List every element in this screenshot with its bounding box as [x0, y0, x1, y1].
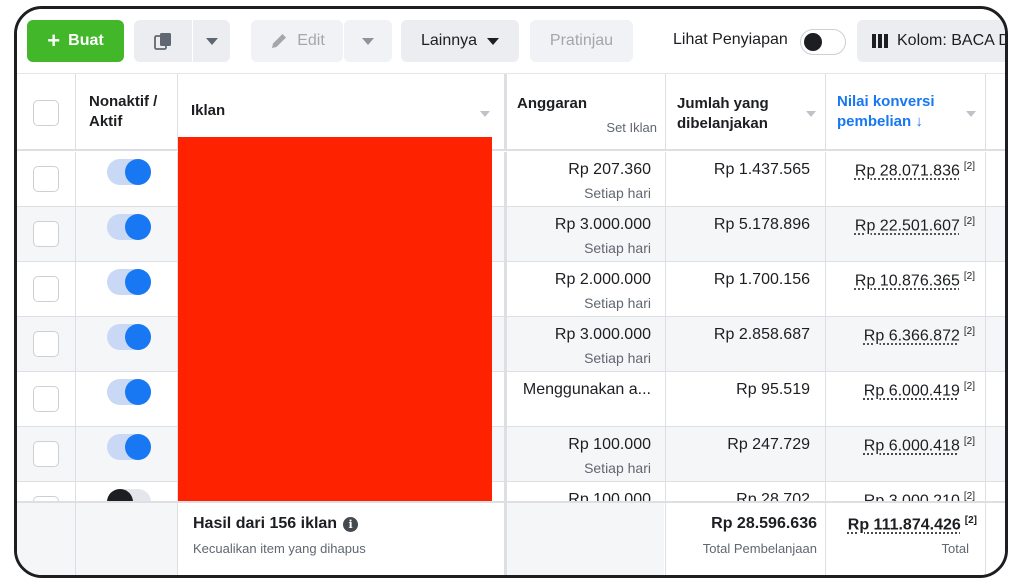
row-checkbox[interactable]: [33, 166, 59, 192]
total-purchase-value-sub: Total: [941, 541, 969, 556]
create-button[interactable]: + Buat: [27, 20, 124, 62]
chevron-down-icon: [487, 37, 500, 45]
row-purchase-value[interactable]: Rp 6.000.419 [2]: [825, 381, 975, 400]
plus-icon: +: [47, 28, 61, 53]
next-column-peek: [989, 151, 1005, 501]
row-checkbox[interactable]: [33, 386, 59, 412]
switch-knob: [125, 434, 151, 460]
total-spent-sub: Total Pembelanjaan: [702, 541, 817, 556]
results-sub: Kecualikan item yang dihapus: [193, 541, 366, 556]
row-purchase-value[interactable]: Rp 6.366.872 [2]: [825, 326, 975, 345]
row-budget: Rp 207.360: [568, 161, 651, 178]
row-amount-spent: Rp 247.729: [727, 436, 810, 453]
switch-knob: [125, 159, 151, 185]
row-budget: Menggunakan a...: [522, 381, 651, 398]
row-amount-spent: Rp 1.700.156: [713, 271, 810, 288]
switch-knob: [125, 324, 151, 350]
table-row[interactable]: Rp 3.000.000 Setiap hari Rp 5.178.896 Rp 22…: [17, 207, 1005, 262]
results-label: Hasil dari 156 iklan: [193, 515, 338, 532]
duplicate-icon[interactable]: [134, 20, 192, 62]
row-budget-sub: Setiap hari: [584, 295, 651, 311]
sort-caret-icon[interactable]: [480, 111, 490, 117]
table-header: Nonaktif / Aktif Iklan Anggaran Set Ikla…: [17, 73, 1005, 151]
row-amount-spent: Rp 1.437.565: [713, 161, 810, 178]
duplicate-button-group: [134, 20, 230, 62]
view-setup-toggle[interactable]: [800, 29, 846, 55]
columns-icon: [872, 34, 888, 48]
row-amount-spent: Rp 5.178.896: [713, 216, 810, 233]
row-purchase-value[interactable]: Rp 6.000.418 [2]: [825, 436, 975, 455]
toggle-knob: [804, 33, 822, 51]
row-purchase-value[interactable]: Rp 22.501.607 [2]: [825, 216, 975, 235]
chevron-down-icon: [205, 37, 218, 45]
edit-button[interactable]: Edit: [251, 20, 343, 62]
row-purchase-value[interactable]: Rp 10.876.365 [2]: [825, 271, 975, 290]
row-active-switch[interactable]: [107, 269, 151, 295]
row-budget-sub: Setiap hari: [584, 350, 651, 366]
total-spent: Rp 28.596.636: [711, 515, 817, 532]
total-purchase-value: Rp 111.874.426 [2]: [847, 515, 977, 534]
more-label: Lainnya: [420, 32, 478, 49]
duplicate-dropdown-button[interactable]: [193, 20, 230, 62]
switch-knob: [125, 379, 151, 405]
edit-dropdown-button[interactable]: [344, 20, 392, 62]
results-summary: Hasil dari 156 iklan i: [193, 515, 359, 533]
row-amount-spent: Rp 2.858.687: [713, 326, 810, 343]
table-row[interactable]: Rp 2.000.000 Setiap hari Rp 1.700.156 Rp 10…: [17, 262, 1005, 317]
preview-button[interactable]: Pratinjau: [530, 20, 633, 62]
table-row[interactable]: Rp 3.000.000 Setiap hari Rp 2.858.687 Rp 6.…: [17, 317, 1005, 372]
switch-knob: [125, 214, 151, 240]
more-button[interactable]: Lainnya: [401, 20, 519, 62]
table-row[interactable]: Menggunakan a... Rp 95.519 Rp 6.000.419 [2]: [17, 372, 1005, 427]
view-setup-label: Lihat Penyiapan: [673, 31, 788, 48]
preview-label: Pratinjau: [549, 32, 614, 49]
pencil-icon: [272, 34, 287, 48]
row-checkbox[interactable]: [33, 221, 59, 247]
table-row[interactable]: Rp 100.000 Setiap hari Rp 247.729 Rp 6.000.…: [17, 427, 1005, 482]
row-budget: Rp 3.000.000: [554, 216, 651, 233]
columns-button[interactable]: Kolom: BACA D: [857, 20, 1008, 62]
row-active-switch[interactable]: [107, 159, 151, 185]
row-active-switch[interactable]: [107, 434, 151, 460]
info-icon[interactable]: i: [343, 516, 359, 532]
row-budget-sub: Setiap hari: [584, 460, 651, 476]
sort-caret-icon[interactable]: [806, 111, 816, 117]
sort-caret-icon[interactable]: [966, 111, 976, 117]
header-budget-sub: Set Iklan: [606, 120, 657, 135]
toolbar: + Buat Edit Lainnya Pratinjau Lihat Peny…: [17, 9, 1008, 75]
row-checkbox[interactable]: [33, 441, 59, 467]
sort-down-arrow-icon: ↓: [915, 113, 923, 130]
edit-label: Edit: [297, 32, 325, 49]
create-label: Buat: [68, 32, 104, 49]
screenshot-frame: + Buat Edit Lainnya Pratinjau Lihat Peny…: [14, 6, 1008, 578]
columns-label: Kolom: BACA D: [897, 32, 1008, 49]
ads-table: Nonaktif / Aktif Iklan Anggaran Set Ikla…: [17, 73, 1005, 575]
row-active-switch[interactable]: [107, 214, 151, 240]
table-row[interactable]: Rp 207.360 Setiap hari Rp 1.437.565 Rp 28.0…: [17, 152, 1005, 207]
row-purchase-value[interactable]: Rp 28.071.836 [2]: [825, 161, 975, 180]
table-footer: Hasil dari 156 iklan i Kecualikan item y…: [17, 501, 1005, 575]
row-budget: Rp 3.000.000: [554, 326, 651, 343]
select-all-checkbox[interactable]: [33, 100, 59, 126]
row-checkbox[interactable]: [33, 331, 59, 357]
switch-knob: [125, 269, 151, 295]
row-active-switch[interactable]: [107, 379, 151, 405]
chevron-down-icon: [362, 37, 374, 45]
redacted-ad-names: [178, 137, 492, 502]
row-budget-sub: Setiap hari: [584, 185, 651, 201]
header-budget-label: Anggaran: [517, 95, 588, 112]
row-checkbox[interactable]: [33, 276, 59, 302]
row-budget: Rp 2.000.000: [554, 271, 651, 288]
row-budget: Rp 100.000: [568, 436, 651, 453]
row-active-switch[interactable]: [107, 324, 151, 350]
row-amount-spent: Rp 95.519: [736, 381, 810, 398]
row-budget-sub: Setiap hari: [584, 240, 651, 256]
